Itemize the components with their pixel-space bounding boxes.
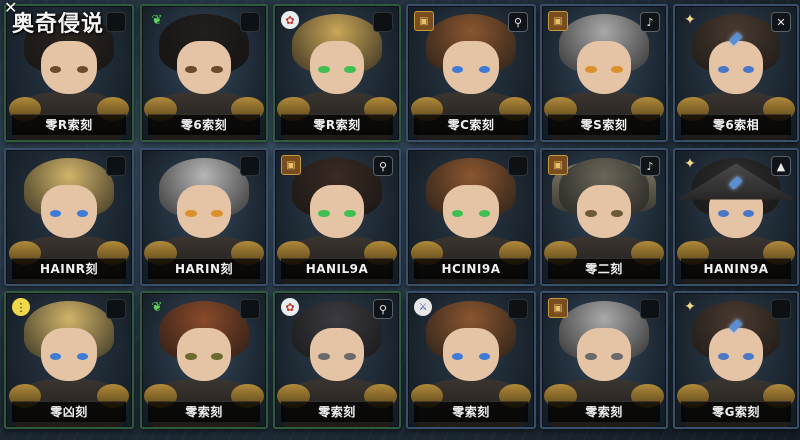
character-name: 零G索刻 bbox=[681, 401, 791, 422]
star-icon: ✦ bbox=[684, 156, 696, 172]
character-card[interactable]: ▣ ♪ 零二刻 bbox=[540, 148, 668, 286]
chest-icon: ▣ bbox=[548, 298, 568, 318]
select-checkbox[interactable] bbox=[106, 12, 126, 32]
character-card[interactable]: ▣ ♪ 零S索刻 bbox=[540, 4, 668, 142]
character-card[interactable]: HARIN刻 bbox=[140, 148, 268, 286]
character-card[interactable]: ✦ 零G索刻 bbox=[673, 291, 799, 429]
chest-icon: ▣ bbox=[414, 11, 434, 31]
character-name: HAINR刻 bbox=[12, 258, 126, 279]
select-checkbox[interactable] bbox=[106, 156, 126, 176]
character-card[interactable]: HCINI9A bbox=[406, 148, 536, 286]
character-card[interactable]: ▣ 零索刻 bbox=[540, 291, 668, 429]
warn-icon: ⋮ bbox=[12, 298, 30, 316]
character-name: 零6索刻 bbox=[148, 114, 260, 135]
character-card[interactable]: ▣ ⚲ 零C索刻 bbox=[406, 4, 536, 142]
chest-icon: ▣ bbox=[281, 155, 301, 175]
select-checkbox[interactable] bbox=[508, 299, 528, 319]
character-name: 零C索刻 bbox=[414, 114, 528, 135]
chest-icon: ▣ bbox=[548, 155, 568, 175]
character-name: 零凶刻 bbox=[12, 401, 126, 422]
status-badge-icon[interactable]: ✕ bbox=[771, 12, 791, 32]
character-card[interactable]: ⚔ 零索刻 bbox=[406, 291, 536, 429]
star-icon: ✦ bbox=[684, 12, 696, 28]
character-name: 零二刻 bbox=[548, 258, 660, 279]
select-checkbox[interactable] bbox=[240, 299, 260, 319]
character-name: 零S索刻 bbox=[548, 114, 660, 135]
select-checkbox[interactable] bbox=[240, 156, 260, 176]
character-name: 零索刻 bbox=[281, 401, 393, 422]
chest-icon: ▣ bbox=[548, 11, 568, 31]
character-name: HARIN刻 bbox=[148, 258, 260, 279]
medal-icon: ✿ bbox=[281, 298, 299, 316]
leaf-icon: ❦ bbox=[151, 299, 163, 315]
shield-icon: ⚔ bbox=[414, 298, 432, 316]
status-badge-icon[interactable]: ▲ bbox=[771, 156, 791, 176]
character-card[interactable]: ✿ 零R索刻 bbox=[273, 4, 401, 142]
character-card[interactable]: ▣ ⚲ HANIL9A bbox=[273, 148, 401, 286]
app-title: 奥奇侵说 bbox=[12, 12, 105, 37]
character-name: HANIN9A bbox=[681, 258, 791, 279]
status-badge-icon[interactable]: ⚲ bbox=[373, 299, 393, 319]
character-card[interactable]: ✿ ⚲ 零索刻 bbox=[273, 291, 401, 429]
status-badge-icon[interactable]: ⚲ bbox=[508, 12, 528, 32]
character-name: 零R索刻 bbox=[281, 114, 393, 135]
character-name: 零索刻 bbox=[148, 401, 260, 422]
select-checkbox[interactable] bbox=[640, 299, 660, 319]
character-card[interactable]: ❦ 零索刻 bbox=[140, 291, 268, 429]
character-name: 零索刻 bbox=[414, 401, 528, 422]
select-checkbox[interactable] bbox=[771, 299, 791, 319]
status-badge-icon[interactable]: ⚲ bbox=[373, 156, 393, 176]
character-card[interactable]: ❦ 零6索刻 bbox=[140, 4, 268, 142]
character-name: HCINI9A bbox=[414, 258, 528, 279]
select-checkbox[interactable] bbox=[508, 156, 528, 176]
character-card[interactable]: ✦ ▲ HANIN9A bbox=[673, 148, 799, 286]
leaf-icon: ❦ bbox=[151, 12, 163, 28]
character-name: 零R索刻 bbox=[12, 114, 126, 135]
medal-icon: ✿ bbox=[281, 11, 299, 29]
character-name: HANIL9A bbox=[281, 258, 393, 279]
character-card[interactable]: HAINR刻 bbox=[4, 148, 134, 286]
close-icon[interactable]: ✕ bbox=[4, 0, 20, 16]
select-checkbox[interactable] bbox=[240, 12, 260, 32]
character-card[interactable]: ✦ ✕ 零6索相 bbox=[673, 4, 799, 142]
select-checkbox[interactable] bbox=[106, 299, 126, 319]
status-badge-icon[interactable]: ♪ bbox=[640, 12, 660, 32]
character-card[interactable]: ⋮ 零凶刻 bbox=[4, 291, 134, 429]
character-name: 零索刻 bbox=[548, 401, 660, 422]
select-checkbox[interactable] bbox=[373, 12, 393, 32]
status-badge-icon[interactable]: ♪ bbox=[640, 156, 660, 176]
character-name: 零6索相 bbox=[681, 114, 791, 135]
star-icon: ✦ bbox=[684, 299, 696, 315]
